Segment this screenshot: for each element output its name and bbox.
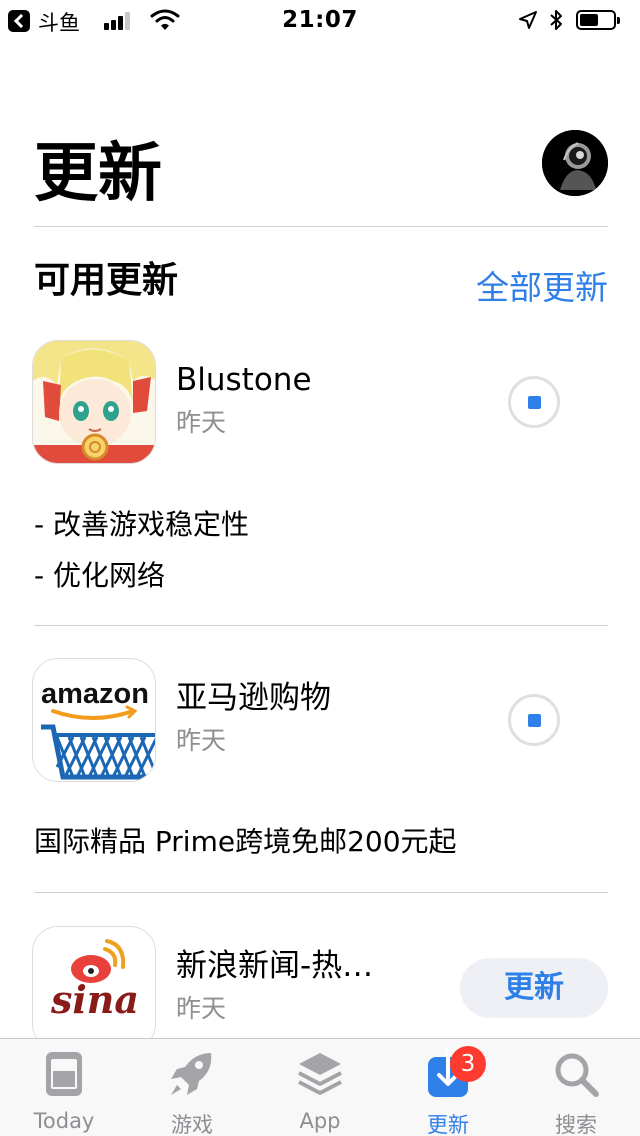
rocket-icon xyxy=(171,1053,212,1095)
sina-logo-text: sina xyxy=(50,977,139,1022)
amazon-logo-text: amazon xyxy=(41,678,149,710)
tab-label: Today xyxy=(33,1109,95,1133)
header-divider xyxy=(34,226,608,227)
app-name: 亚马逊购物 xyxy=(176,680,331,716)
app-icon-blustone[interactable] xyxy=(32,340,156,464)
release-note-line: - 优化网络 xyxy=(34,559,166,592)
tab-today[interactable]: Today xyxy=(0,1039,128,1136)
battery-icon xyxy=(576,10,620,30)
tab-updates[interactable]: 3 更新 xyxy=(384,1039,512,1136)
update-button[interactable]: 更新 xyxy=(460,958,608,1018)
account-avatar[interactable] xyxy=(542,130,608,196)
tab-search[interactable]: 搜索 xyxy=(512,1039,640,1136)
app-name: Blustone xyxy=(176,362,312,398)
search-icon xyxy=(555,1053,599,1097)
release-note-line: 国际精品 Prime跨境免邮200元起 xyxy=(34,825,457,858)
tab-label: App xyxy=(299,1109,341,1133)
update-all-button[interactable]: 全部更新 xyxy=(476,266,608,310)
status-bar: 斗鱼 21:07 xyxy=(0,0,640,40)
bluetooth-icon xyxy=(550,10,562,30)
release-note-line: - 改善游戏稳定性 xyxy=(34,508,250,541)
today-icon xyxy=(46,1052,82,1096)
app-name: 新浪新闻-热… xyxy=(176,948,374,984)
tab-label: 游戏 xyxy=(171,1113,213,1136)
app-update-date: 昨天 xyxy=(176,726,227,755)
location-arrow-icon xyxy=(519,11,537,29)
tab-label: 搜索 xyxy=(555,1113,597,1136)
download-progress-stop-button[interactable] xyxy=(508,694,560,746)
updates-count-badge: 3 xyxy=(450,1046,486,1082)
tab-bar: Today 游戏 App 3 更新 搜索 xyxy=(0,1038,640,1136)
status-time: 21:07 xyxy=(282,7,358,33)
row-divider xyxy=(34,892,608,893)
section-title: 可用更新 xyxy=(34,260,179,301)
app-update-date: 昨天 xyxy=(176,994,227,1023)
tab-apps[interactable]: App xyxy=(256,1039,384,1136)
tab-label: 更新 xyxy=(427,1113,469,1136)
app-update-date: 昨天 xyxy=(176,408,227,437)
row-divider xyxy=(34,625,608,626)
app-icon-sina[interactable]: sina xyxy=(32,926,156,1050)
layers-icon xyxy=(298,1053,342,1095)
page-title: 更新 xyxy=(34,137,162,211)
app-icon-amazon[interactable]: amazon xyxy=(32,658,156,782)
download-progress-stop-button[interactable] xyxy=(508,376,560,428)
tab-games[interactable]: 游戏 xyxy=(128,1039,256,1136)
